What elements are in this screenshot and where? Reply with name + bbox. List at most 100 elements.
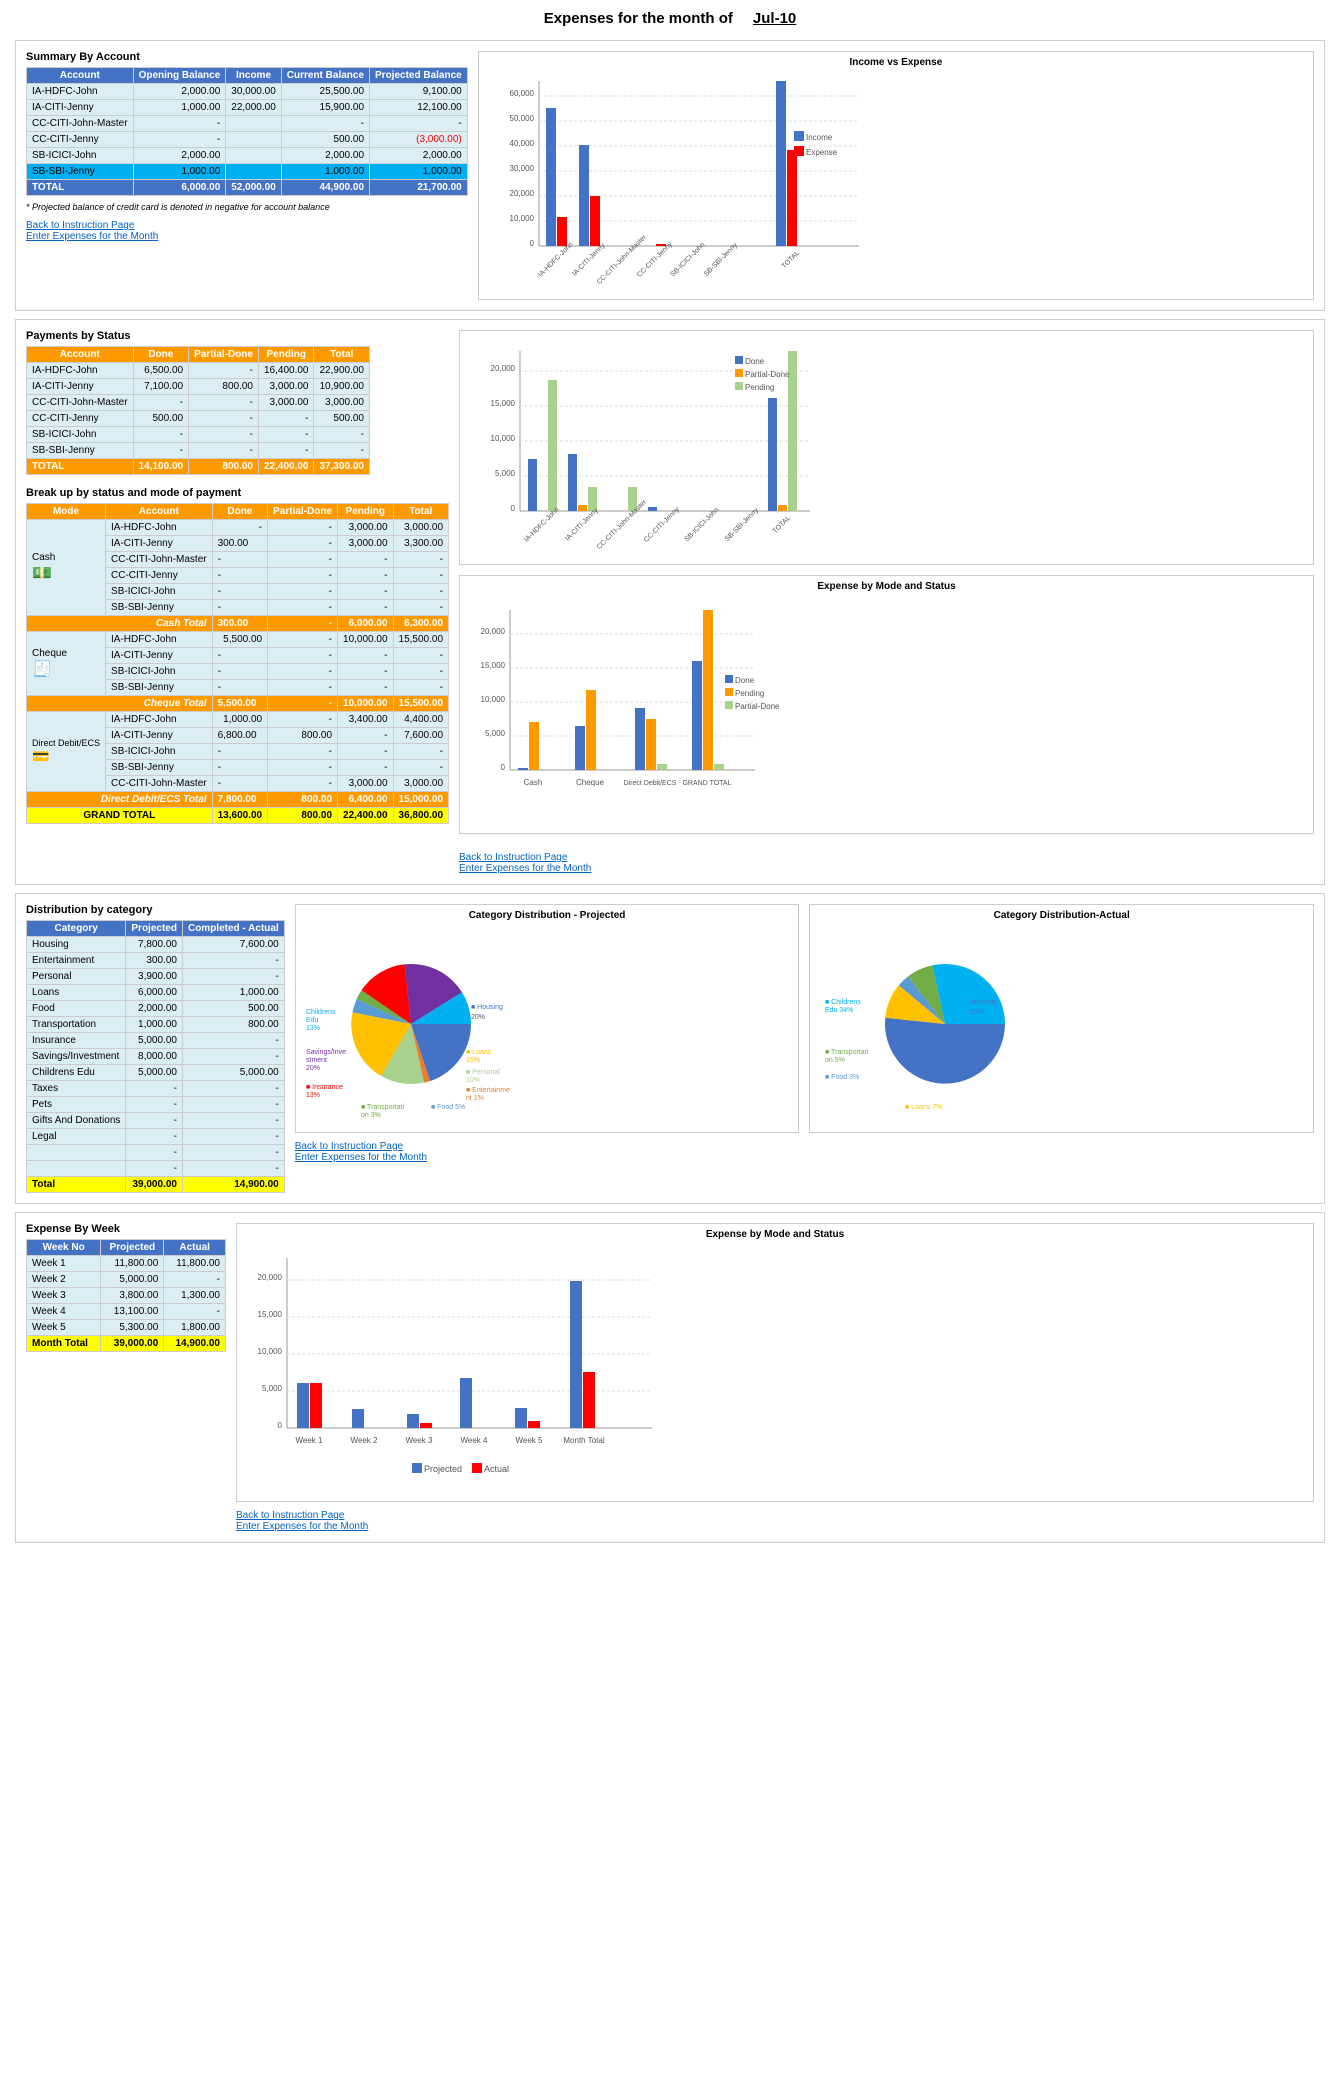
cell-current: 500.00 [281, 132, 369, 148]
svg-text:SB-ICICI-John: SB-ICICI-John [669, 241, 706, 278]
svg-text:15,000: 15,000 [258, 1310, 283, 1319]
page-title: Expenses for the month of [544, 10, 733, 27]
table-row: IA-CITI-Jenny 1,000.00 22,000.00 15,900.… [27, 100, 468, 116]
svg-text:■ Transportati: ■ Transportati [825, 1049, 869, 1056]
col-pending: Pending [258, 347, 314, 363]
enter-expenses-link-3[interactable]: Enter Expenses for the Month [295, 1152, 1314, 1163]
table-row: SB-SBI-Jenny - - - - [27, 443, 370, 459]
cell-projected: 9,100.00 [370, 84, 468, 100]
svg-text:Cheque: Cheque [576, 778, 605, 787]
cell-projected: (3,000.00) [370, 132, 468, 148]
table-row: Gifts And Donations-- [27, 1113, 285, 1129]
cell-opening: 1,000.00 [133, 164, 226, 180]
svg-text:TOTAL: TOTAL [772, 515, 793, 536]
table-row: SB-ICICI-John 2,000.00 2,000.00 2,000.00 [27, 148, 468, 164]
svg-text:stment: stment [306, 1057, 327, 1064]
dist-table-area: Distribution by category Category Projec… [26, 904, 285, 1193]
actual-pie-chart: Category Distribution-Actual [809, 904, 1314, 1133]
back-to-instruction-link-2[interactable]: Back to Instruction Page [459, 852, 1314, 863]
table-row: Food2,000.00500.00 [27, 1001, 285, 1017]
cell-current: 15,900.00 [281, 100, 369, 116]
weekly-table: Week No Projected Actual Week 111,800.00… [26, 1239, 226, 1352]
cell-account: SB-ICICI-John [27, 148, 134, 164]
svg-text:■ Loans 7%: ■ Loans 7% [905, 1104, 942, 1111]
cell-projected: 21,700.00 [370, 180, 468, 196]
payments-title: Payments by Status [26, 330, 449, 342]
projected-pie-chart: Category Distribution - Projected [295, 904, 800, 1133]
page-month: Jul-10 [753, 10, 796, 27]
back-to-instruction-link-3[interactable]: Back to Instruction Page [295, 1141, 1314, 1152]
cell-opening: 6,000.00 [133, 180, 226, 196]
cell-income [226, 148, 282, 164]
section-weekly: Expense By Week Week No Projected Actual… [15, 1212, 1325, 1543]
cell-opening: 2,000.00 [133, 148, 226, 164]
svg-text:Done: Done [735, 676, 755, 685]
svg-text:40,000: 40,000 [509, 139, 534, 148]
enter-expenses-link-2[interactable]: Enter Expenses for the Month [459, 863, 1314, 874]
svg-text:TOTAL: TOTAL [780, 250, 801, 271]
svg-text:10,000: 10,000 [481, 695, 506, 704]
svg-text:■ Childrens: ■ Childrens [825, 999, 861, 1006]
table-row: Housing7,800.007,600.00 [27, 937, 285, 953]
svg-text:Housing: Housing [970, 999, 996, 1006]
table-row: Week 55,300.001,800.00 [27, 1320, 226, 1336]
cheque-subtotal-row: Cheque Total 5,500.00 - 10,000.00 15,500… [27, 696, 449, 712]
svg-text:0: 0 [511, 504, 516, 513]
cell-income [226, 116, 282, 132]
svg-text:13%: 13% [306, 1092, 320, 1099]
cell-income [226, 132, 282, 148]
col-account: Account [27, 68, 134, 84]
dist-total-row: Total39,000.0014,900.00 [27, 1177, 285, 1193]
svg-text:Partial-Done: Partial-Done [735, 702, 780, 711]
actual-pie-title: Category Distribution-Actual [815, 910, 1308, 921]
cell-opening: 1,000.00 [133, 100, 226, 116]
svg-text:0: 0 [501, 763, 506, 772]
svg-text:Actual: Actual [484, 1464, 509, 1474]
col-total: Total [314, 347, 370, 363]
section-summary: Summary By Account Account Opening Balan… [15, 40, 1325, 311]
cell-opening: - [133, 116, 226, 132]
svg-text:0: 0 [278, 1421, 283, 1430]
week-chart-area: Expense by Mode and Status 0 5,000 10,00… [236, 1223, 1314, 1532]
svg-text:20,000: 20,000 [481, 627, 506, 636]
svg-text:60,000: 60,000 [509, 89, 534, 98]
table-row: CC-CITI-John-Master - - - [27, 116, 468, 132]
table-row: Childrens Edu5,000.005,000.00 [27, 1065, 285, 1081]
cell-account: CC-CITI-John-Master [27, 116, 134, 132]
cell-current: 2,000.00 [281, 148, 369, 164]
svg-text:15,000: 15,000 [491, 399, 516, 408]
svg-text:30,000: 30,000 [509, 164, 534, 173]
col-projected: Projected Balance [370, 68, 468, 84]
table-row: Direct Debit/ECS💳 IA-HDFC-John 1,000.00 … [27, 712, 449, 728]
svg-text:20%: 20% [306, 1065, 320, 1072]
enter-expenses-link-4[interactable]: Enter Expenses for the Month [236, 1521, 1314, 1532]
svg-text:Childrens: Childrens [306, 1009, 336, 1016]
svg-text:SB-ICICI-John: SB-ICICI-John [684, 506, 721, 543]
svg-text:SB-SBI-Jenny: SB-SBI-Jenny [724, 507, 760, 543]
cell-opening: 2,000.00 [133, 84, 226, 100]
cash-subtotal-row: Cash Total 300.00 - 6,000.00 6,300.00 [27, 616, 449, 632]
cell-current: 44,900.00 [281, 180, 369, 196]
payments-links: Back to Instruction Page Enter Expenses … [459, 852, 1314, 874]
svg-text:■ Housing: ■ Housing [471, 1004, 503, 1011]
svg-text:IA-HDFC-John: IA-HDFC-John [537, 241, 574, 278]
summary-table: Account Opening Balance Income Current B… [26, 67, 468, 196]
actual-pie-svg: Housing 51% ■ Childrens Edu 34% ■ Transp… [815, 924, 1065, 1124]
projected-pie-svg: ■ Housing 20% Childrens Edu 13% Savings/… [301, 924, 551, 1124]
back-to-instruction-link[interactable]: Back to Instruction Page [26, 220, 468, 231]
cell-projected: 12,100.00 [370, 100, 468, 116]
cell-current: 1,000.00 [281, 164, 369, 180]
svg-text:■ Food 5%: ■ Food 5% [431, 1104, 465, 1111]
svg-text:Income: Income [806, 133, 833, 142]
table-row: IA-HDFC-John 2,000.00 30,000.00 25,500.0… [27, 84, 468, 100]
table-row: IA-CITI-Jenny 7,100.00 800.00 3,000.00 1… [27, 379, 370, 395]
cell-account: TOTAL [27, 180, 134, 196]
enter-expenses-link[interactable]: Enter Expenses for the Month [26, 231, 468, 242]
svg-text:Week 2: Week 2 [351, 1436, 379, 1445]
back-to-instruction-link-4[interactable]: Back to Instruction Page [236, 1510, 1314, 1521]
cell-income: 52,000.00 [226, 180, 282, 196]
dist-title: Distribution by category [26, 904, 285, 916]
cell-projected: - [370, 116, 468, 132]
svg-text:Partial-Done: Partial-Done [745, 370, 790, 379]
svg-text:Week 5: Week 5 [516, 1436, 544, 1445]
